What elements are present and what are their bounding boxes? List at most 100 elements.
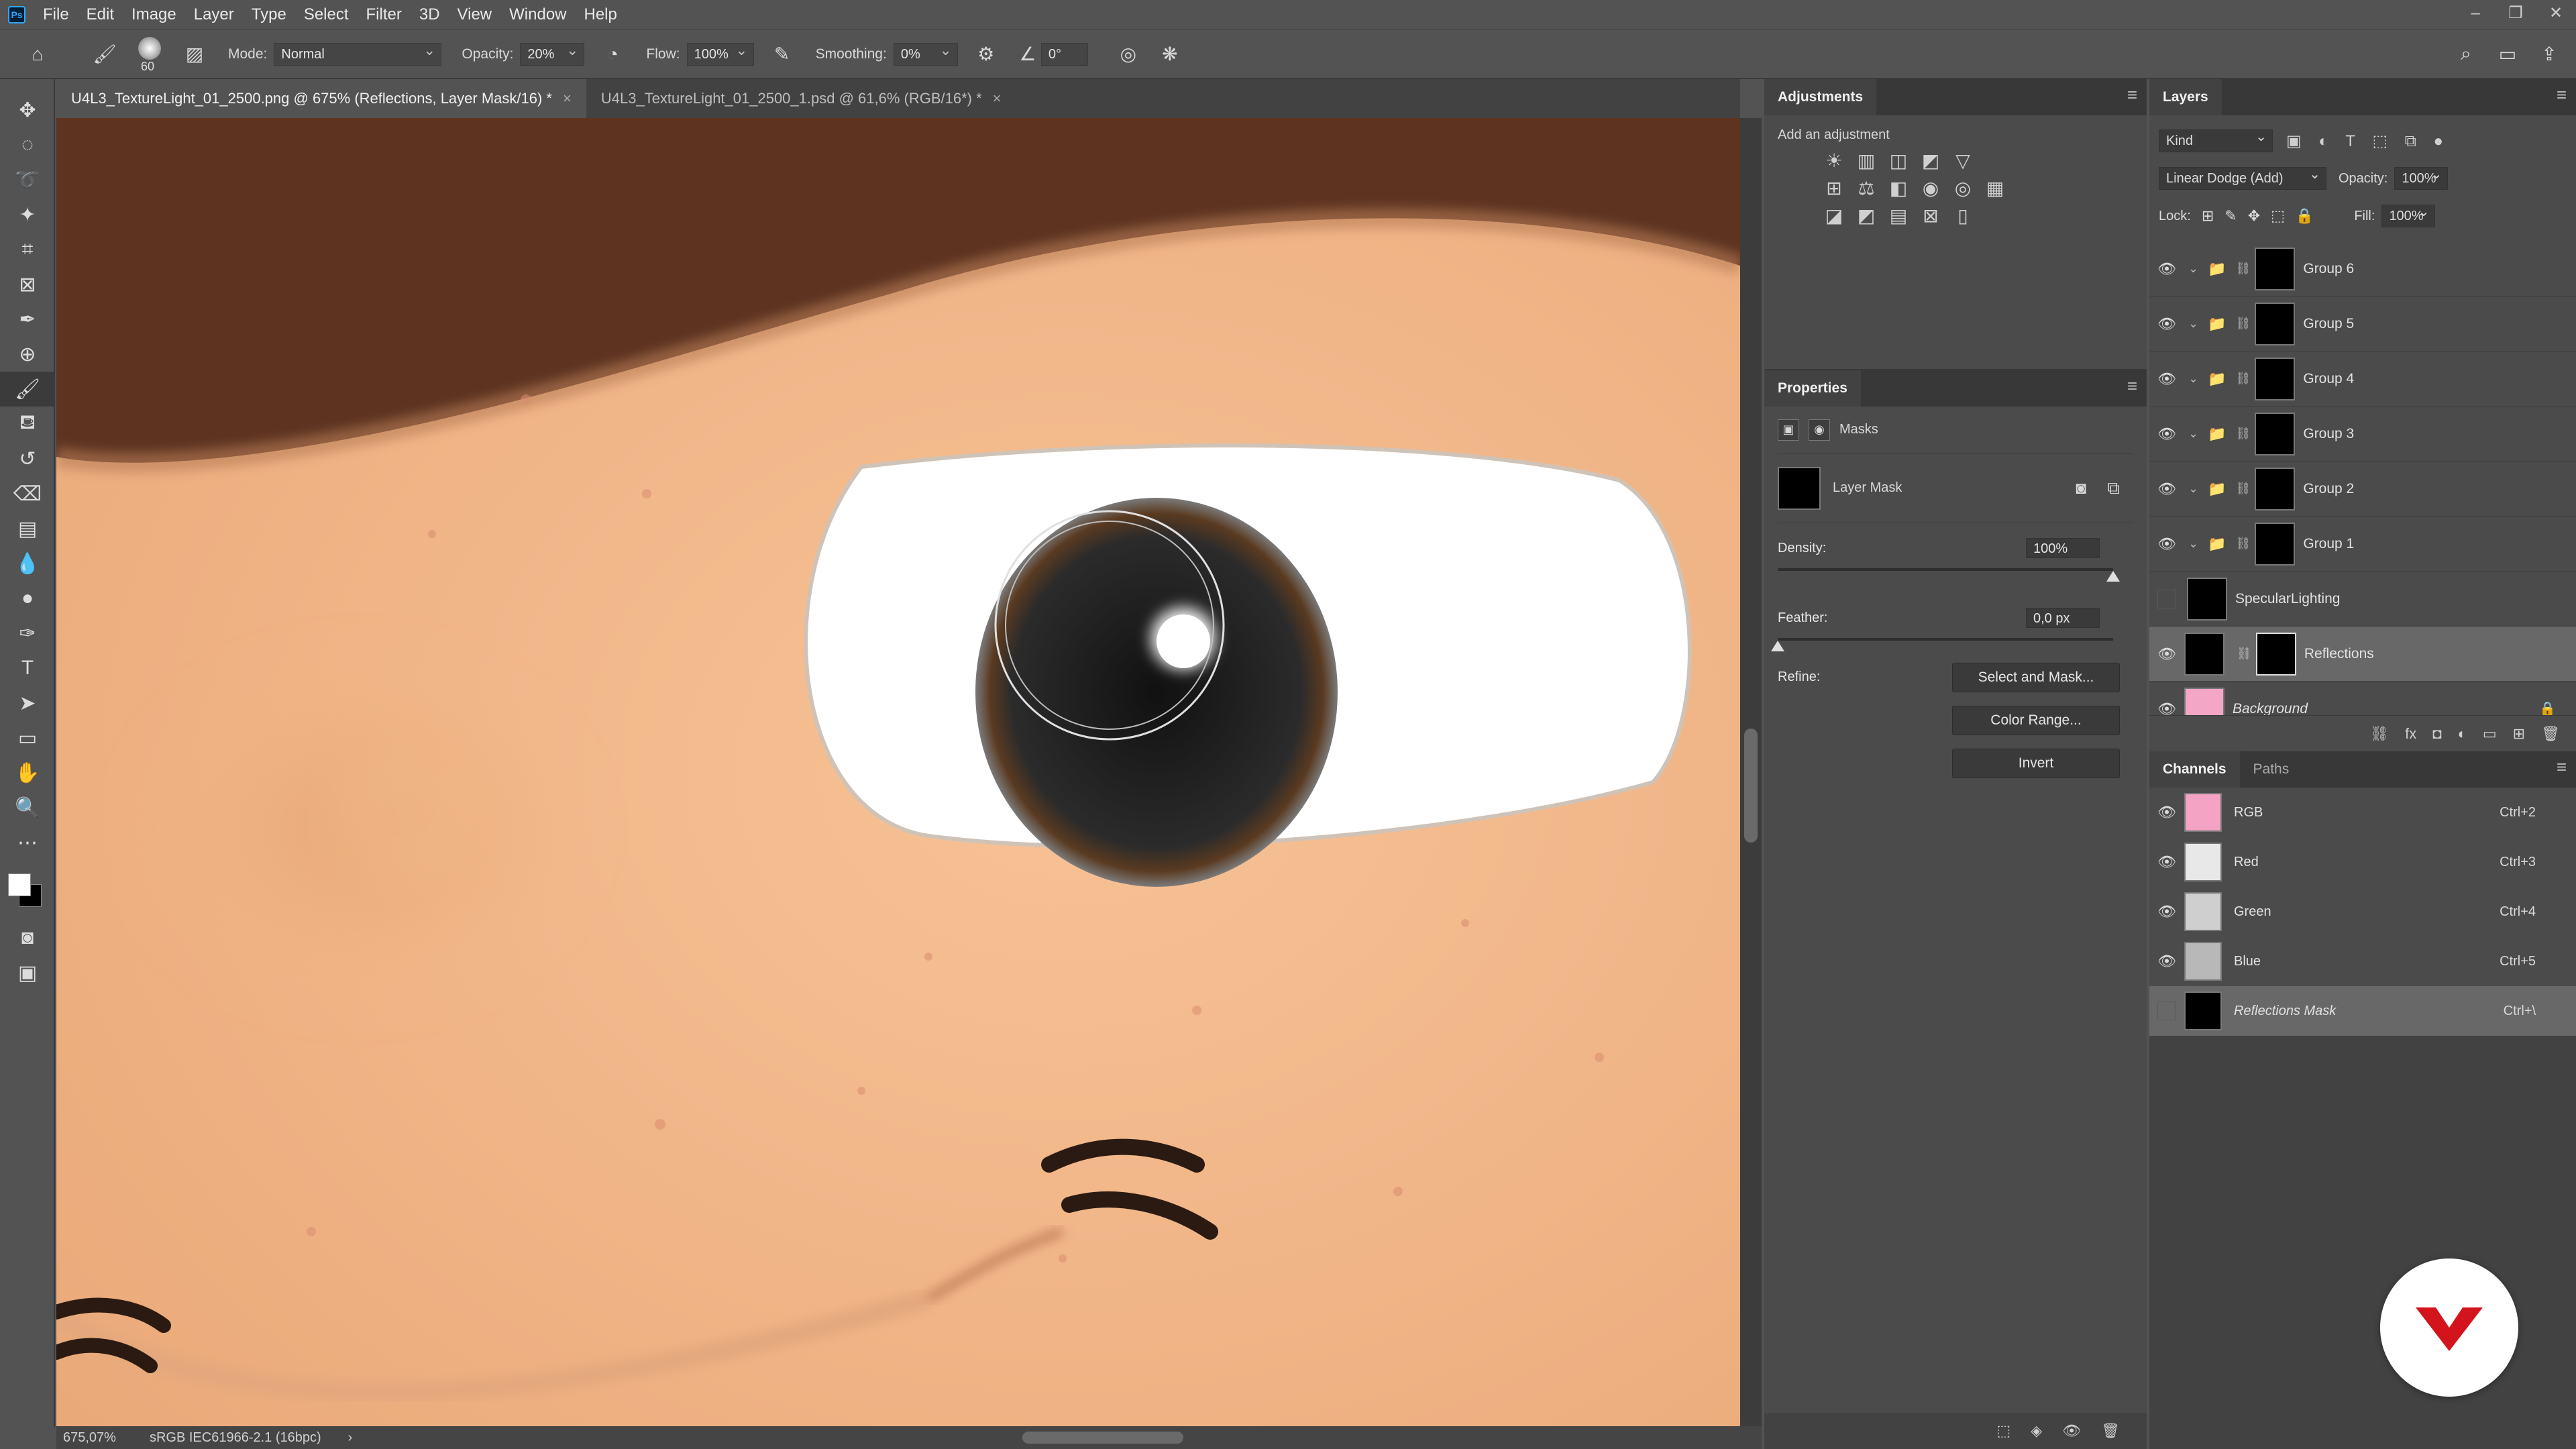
foreground-color-swatch[interactable]: [8, 873, 31, 896]
expand-chevron-icon[interactable]: ⌄: [2188, 427, 2198, 441]
share-icon[interactable]: ⇪: [2536, 41, 2563, 68]
panel-menu-icon[interactable]: ≡: [2557, 85, 2567, 105]
tab-paths[interactable]: Paths: [2240, 751, 2303, 788]
panel-menu-icon[interactable]: ≡: [2557, 757, 2567, 777]
delete-mask-icon[interactable]: 🗑: [2101, 1422, 2120, 1440]
canvas-vertical-scrollbar[interactable]: [1740, 118, 1762, 1426]
workspace-icon[interactable]: ▭: [2494, 41, 2521, 68]
posterize-icon[interactable]: ◩: [1850, 205, 1882, 227]
vibrance-icon[interactable]: ▽: [1947, 150, 1979, 172]
density-slider-knob[interactable]: [2106, 571, 2120, 582]
add-vector-mask-icon[interactable]: ⧉: [2107, 478, 2120, 499]
layer-row-group-4[interactable]: 👁 ⌄ 📁 ⛓ Group 4: [2149, 352, 2576, 407]
zoom-level[interactable]: 675,07%: [63, 1430, 116, 1446]
gradient-map-icon[interactable]: ▯: [1947, 205, 1979, 227]
layer-mask-thumbnail[interactable]: [2255, 632, 2296, 676]
close-tab-icon[interactable]: ×: [563, 79, 572, 118]
expand-chevron-icon[interactable]: ⌄: [2188, 482, 2198, 496]
lock-image-icon[interactable]: ✎: [2224, 207, 2237, 225]
feather-field[interactable]: 0,0 px: [2026, 608, 2100, 628]
menu-help[interactable]: Help: [584, 5, 617, 24]
menu-view[interactable]: View: [458, 5, 492, 24]
eraser-tool-icon[interactable]: ⌫: [0, 476, 55, 511]
add-pixel-mask-icon[interactable]: ◙: [2076, 478, 2086, 498]
dodge-tool-icon[interactable]: ●: [0, 581, 55, 616]
layer-style-icon[interactable]: fx: [2405, 725, 2416, 743]
blur-tool-icon[interactable]: 💧: [0, 546, 55, 581]
channel-row-reflections-mask[interactable]: Reflections Mask Ctrl+\: [2149, 986, 2576, 1036]
new-adjustment-layer-icon[interactable]: ◐: [2458, 725, 2467, 743]
layer-row-reflections[interactable]: 👁 ⛓ Reflections: [2149, 627, 2576, 682]
airbrush-icon[interactable]: ✎: [769, 41, 796, 68]
pressure-opacity-icon[interactable]: ◔: [599, 41, 626, 68]
rectangle-tool-icon[interactable]: ▭: [0, 720, 55, 755]
restore-icon[interactable]: ❐: [2496, 0, 2536, 30]
visibility-toggle-off[interactable]: [2157, 589, 2176, 608]
magic-wand-tool-icon[interactable]: ✦: [0, 197, 55, 232]
filter-adjustment-icon[interactable]: ◐: [2318, 132, 2328, 150]
menu-edit[interactable]: Edit: [87, 5, 114, 24]
brightness-contrast-icon[interactable]: ☀: [1818, 150, 1850, 172]
black-white-icon[interactable]: ◧: [1882, 177, 1915, 199]
mode-select[interactable]: Normal: [274, 40, 442, 66]
menu-filter[interactable]: Filter: [366, 5, 402, 24]
lock-position-icon[interactable]: ✥: [2248, 207, 2260, 225]
fill-field[interactable]: 100%: [2381, 201, 2436, 227]
eyedropper-tool-icon[interactable]: ✒: [0, 302, 55, 337]
feather-slider[interactable]: [1771, 638, 2113, 651]
panel-menu-icon[interactable]: ≡: [2127, 376, 2137, 396]
new-group-icon[interactable]: ▭: [2483, 725, 2497, 743]
tab-channels[interactable]: Channels: [2149, 751, 2240, 788]
channel-row-green[interactable]: 👁 Green Ctrl+4: [2149, 887, 2576, 936]
gradient-tool-icon[interactable]: ▤: [0, 511, 55, 546]
opacity-field[interactable]: 20%: [520, 40, 585, 66]
menu-type[interactable]: Type: [252, 5, 286, 24]
brush-tool-icon[interactable]: 🖌: [0, 372, 55, 407]
vector-mask-icon[interactable]: ◉: [1809, 419, 1830, 441]
layer-opacity-field[interactable]: 100%: [2394, 164, 2449, 190]
feather-slider-knob[interactable]: [1771, 641, 1784, 651]
tab-document-2[interactable]: U4L3_TextureLight_01_2500_1.psd @ 61,6% …: [586, 79, 1016, 118]
visibility-eye-icon[interactable]: 👁: [2149, 425, 2184, 443]
invert-button[interactable]: Invert: [1952, 749, 2120, 778]
filter-pixel-icon[interactable]: ▣: [2286, 132, 2302, 150]
frame-tool-icon[interactable]: ⊠: [0, 267, 55, 302]
visibility-eye-icon[interactable]: 👁: [2149, 370, 2184, 388]
brush-settings-icon[interactable]: ▨: [181, 41, 208, 68]
levels-icon[interactable]: ▥: [1850, 150, 1882, 172]
apply-mask-icon[interactable]: ◈: [2031, 1422, 2042, 1440]
curves-icon[interactable]: ◫: [1882, 150, 1915, 172]
hand-tool-icon[interactable]: ✋: [0, 755, 55, 790]
layer-row-group-3[interactable]: 👁 ⌄ 📁 ⛓ Group 3: [2149, 407, 2576, 462]
marquee-tool-icon[interactable]: ◌: [0, 127, 55, 162]
channel-row-red[interactable]: 👁 Red Ctrl+3: [2149, 837, 2576, 887]
history-brush-tool-icon[interactable]: ↺: [0, 441, 55, 476]
visibility-eye-icon[interactable]: 👁: [2149, 853, 2184, 871]
tab-document-1[interactable]: U4L3_TextureLight_01_2500.png @ 675% (Re…: [56, 79, 586, 118]
pressure-size-icon[interactable]: ◎: [1115, 41, 1142, 68]
smoothing-field[interactable]: 0%: [893, 40, 958, 66]
tab-layers[interactable]: Layers: [2149, 79, 2222, 115]
photo-filter-icon[interactable]: ◉: [1915, 177, 1947, 199]
photoshop-logo-icon[interactable]: Ps: [8, 6, 25, 23]
visibility-toggle-off[interactable]: [2157, 1002, 2176, 1020]
expand-chevron-icon[interactable]: ⌄: [2188, 372, 2198, 386]
menu-3d[interactable]: 3D: [419, 5, 440, 24]
quick-mask-icon[interactable]: ◙: [0, 920, 55, 955]
exposure-icon[interactable]: ◩: [1915, 150, 1947, 172]
flow-field[interactable]: 100%: [686, 40, 754, 66]
close-window-icon[interactable]: ✕: [2536, 0, 2576, 30]
color-range-button[interactable]: Color Range...: [1952, 706, 2120, 735]
link-layers-icon[interactable]: ⛓: [2370, 725, 2389, 743]
more-tools-icon[interactable]: ⋯: [0, 825, 55, 860]
layer-row-group-2[interactable]: 👁 ⌄ 📁 ⛓ Group 2: [2149, 462, 2576, 517]
angle-field[interactable]: 0°: [1040, 42, 1088, 66]
menu-select[interactable]: Select: [304, 5, 349, 24]
close-tab-icon[interactable]: ×: [993, 79, 1002, 118]
threshold-icon[interactable]: ▤: [1882, 205, 1915, 227]
layer-row-group-5[interactable]: 👁 ⌄ 📁 ⛓ Group 5: [2149, 297, 2576, 352]
add-mask-icon[interactable]: ◘: [2432, 725, 2441, 743]
symmetry-icon[interactable]: ❋: [1157, 41, 1183, 68]
select-and-mask-button[interactable]: Select and Mask...: [1952, 663, 2120, 692]
visibility-eye-icon[interactable]: 👁: [2149, 645, 2184, 663]
